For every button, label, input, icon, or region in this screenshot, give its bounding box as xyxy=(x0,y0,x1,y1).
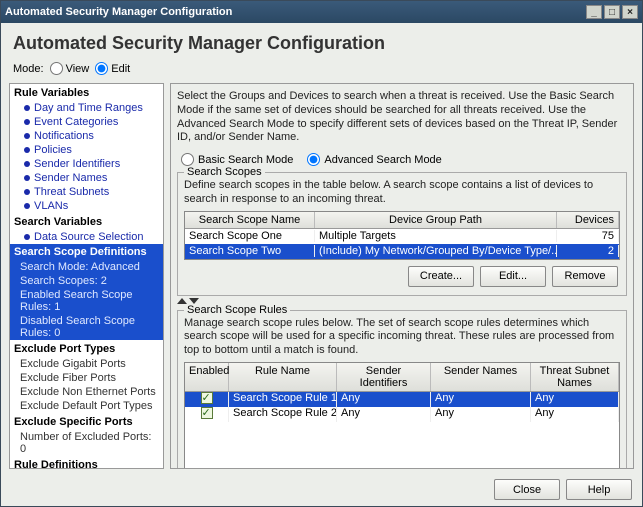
search-scopes-table[interactable]: Search Scope Name Device Group Path Devi… xyxy=(184,211,620,260)
config-window: Automated Security Manager Configuration… xyxy=(0,0,643,507)
search-scopes-legend: Search Scopes xyxy=(184,166,265,178)
basic-search-mode-option[interactable]: Basic Search Mode xyxy=(181,153,293,166)
table-body: Search Scope One Multiple Targets 75 Sea… xyxy=(185,229,619,259)
edit-scope-button[interactable]: Edit... xyxy=(480,266,546,287)
search-scopes-description: Define search scopes in the table below.… xyxy=(184,179,620,207)
search-scopes-fieldset: Search Scopes Define search scopes in th… xyxy=(177,172,627,296)
enabled-cell[interactable] xyxy=(185,407,229,422)
search-scope-rules-table[interactable]: Enabled Rule Name Sender Identifiers Sen… xyxy=(184,362,620,392)
window-title: Automated Security Manager Configuration xyxy=(5,6,584,18)
sidebar-subline: Disabled Search Scope Rules: 0 xyxy=(10,314,163,340)
close-dialog-button[interactable]: Close xyxy=(494,479,560,500)
table-header: Search Scope Name Device Group Path Devi… xyxy=(185,212,619,229)
sidebar-subline: Search Scopes: 2 xyxy=(10,274,163,288)
sidebar-subline: Enabled Search Scope Rules: 1 xyxy=(10,288,163,314)
checkbox-checked-icon[interactable] xyxy=(201,407,213,419)
sidebar-item[interactable]: Notifications xyxy=(10,129,163,143)
bullet-icon xyxy=(24,119,30,125)
sidebar-item[interactable]: VLANs xyxy=(10,199,163,213)
advanced-search-radio[interactable] xyxy=(307,153,320,166)
sidebar-line[interactable]: Exclude Gigabit Ports xyxy=(10,357,163,371)
sidebar-heading-rule-definitions: Rule Definitions xyxy=(10,456,163,469)
mode-edit-radio[interactable] xyxy=(95,62,108,75)
sidebar-heading-exclude-port-types: Exclude Port Types xyxy=(10,340,163,357)
bullet-icon xyxy=(24,105,30,111)
mode-row: Mode: View Edit xyxy=(1,60,642,79)
rules-table-body: Search Scope Rule 1 Any Any Any Search S… xyxy=(184,392,620,469)
sidebar-subline: Search Mode: Advanced xyxy=(10,260,163,274)
close-button[interactable]: × xyxy=(622,5,638,19)
mode-label: Mode: xyxy=(13,63,44,75)
sidebar-item-search-scope-definitions[interactable]: Search Scope Definitions xyxy=(10,244,163,260)
sidebar-heading-rule-variables: Rule Variables xyxy=(10,84,163,101)
dialog-footer: Close Help xyxy=(1,473,642,506)
sidebar-line[interactable]: Exclude Non Ethernet Ports xyxy=(10,385,163,399)
rules-table-header: Enabled Rule Name Sender Identifiers Sen… xyxy=(185,363,619,392)
scope-buttons: Create... Edit... Remove xyxy=(184,260,620,289)
advanced-search-mode-option[interactable]: Advanced Search Mode xyxy=(307,153,441,166)
sidebar-line[interactable]: Exclude Fiber Ports xyxy=(10,371,163,385)
enabled-cell[interactable] xyxy=(185,392,229,407)
sidebar-heading-search-variables: Search Variables xyxy=(10,213,163,230)
search-scope-rules-fieldset: Search Scope Rules Manage search scope r… xyxy=(177,310,627,470)
bullet-icon xyxy=(24,234,30,240)
bullet-icon xyxy=(24,133,30,139)
mode-edit-option[interactable]: Edit xyxy=(95,62,130,75)
table-row[interactable]: Search Scope Rule 2 Any Any Any xyxy=(185,407,619,422)
minimize-button[interactable]: _ xyxy=(586,5,602,19)
maximize-button[interactable]: □ xyxy=(604,5,620,19)
table-row-selected[interactable]: Search Scope Rule 1 Any Any Any xyxy=(185,392,619,407)
search-scope-rules-description: Manage search scope rules below. The set… xyxy=(184,317,620,358)
col-sender-names[interactable]: Sender Names xyxy=(431,363,531,391)
sidebar-heading-exclude-specific-ports: Exclude Specific Ports xyxy=(10,413,163,430)
mode-view-option[interactable]: View xyxy=(50,62,90,75)
titlebar: Automated Security Manager Configuration… xyxy=(1,1,642,23)
basic-search-radio[interactable] xyxy=(181,153,194,166)
col-devices[interactable]: Devices xyxy=(557,212,619,228)
sidebar-item[interactable]: Sender Names xyxy=(10,171,163,185)
checkbox-checked-icon[interactable] xyxy=(201,392,213,404)
search-scope-rules-legend: Search Scope Rules xyxy=(184,304,290,316)
bullet-icon xyxy=(24,161,30,167)
mode-view-radio[interactable] xyxy=(50,62,63,75)
sidebar-item[interactable]: Sender Identifiers xyxy=(10,157,163,171)
table-row-selected[interactable]: Search Scope Two (Include) My Network/Gr… xyxy=(185,244,619,259)
remove-scope-button[interactable]: Remove xyxy=(552,266,618,287)
sidebar-item[interactable]: Policies xyxy=(10,143,163,157)
intro-text: Select the Groups and Devices to search … xyxy=(177,90,627,145)
main-panel: Select the Groups and Devices to search … xyxy=(170,83,634,469)
sidebar[interactable]: Rule Variables Day and Time Ranges Event… xyxy=(9,83,164,469)
bullet-icon xyxy=(24,189,30,195)
sidebar-item[interactable]: Event Categories xyxy=(10,115,163,129)
bullet-icon xyxy=(24,203,30,209)
sidebar-item-data-source[interactable]: Data Source Selection xyxy=(10,230,163,244)
bullet-icon xyxy=(24,175,30,181)
content-area: Rule Variables Day and Time Ranges Event… xyxy=(1,79,642,473)
bullet-icon xyxy=(24,147,30,153)
table-row[interactable]: Search Scope One Multiple Targets 75 xyxy=(185,229,619,244)
col-rule-name[interactable]: Rule Name xyxy=(229,363,337,391)
col-sender-identifiers[interactable]: Sender Identifiers xyxy=(337,363,431,391)
col-threat-subnet-names[interactable]: Threat Subnet Names xyxy=(531,363,619,391)
sidebar-line[interactable]: Number of Excluded Ports: 0 xyxy=(10,430,163,456)
col-enabled[interactable]: Enabled xyxy=(185,363,229,391)
help-button[interactable]: Help xyxy=(566,479,632,500)
sidebar-line[interactable]: Exclude Default Port Types xyxy=(10,399,163,413)
page-title: Automated Security Manager Configuration xyxy=(1,23,642,60)
sidebar-item[interactable]: Day and Time Ranges xyxy=(10,101,163,115)
create-scope-button[interactable]: Create... xyxy=(408,266,474,287)
col-scope-name[interactable]: Search Scope Name xyxy=(185,212,315,228)
sidebar-item[interactable]: Threat Subnets xyxy=(10,185,163,199)
col-device-group-path[interactable]: Device Group Path xyxy=(315,212,557,228)
